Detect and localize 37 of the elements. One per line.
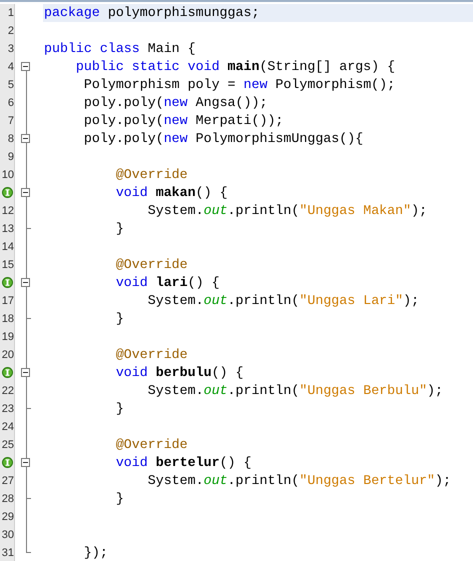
line-number: 28 (2, 492, 14, 507)
line-number: 8 (8, 132, 14, 147)
fold-toggle[interactable] (21, 278, 30, 287)
line-number: 2 (8, 24, 14, 39)
line-number: 22 (2, 384, 14, 399)
fold-toggle[interactable] (21, 62, 30, 71)
line-number: 30 (2, 528, 14, 543)
line-number: 7 (8, 114, 14, 129)
line-number: 27 (2, 474, 14, 489)
implements-icon[interactable] (2, 187, 13, 198)
line-number: 9 (8, 150, 14, 165)
implements-icon[interactable] (2, 277, 13, 288)
line-number: 31 (2, 546, 14, 561)
implements-icon[interactable] (2, 367, 13, 378)
line-number: 4 (8, 60, 14, 75)
line-number: 5 (8, 78, 14, 93)
line-number: 14 (2, 240, 14, 255)
line-number: 19 (2, 330, 14, 345)
line-number: 24 (2, 420, 14, 435)
line-number: 15 (2, 258, 14, 273)
fold-toggle[interactable] (21, 188, 30, 197)
line-number: 29 (2, 510, 14, 525)
line-number: 13 (2, 222, 14, 237)
implements-icon[interactable] (2, 457, 13, 468)
line-number: 12 (2, 204, 14, 219)
line-number: 18 (2, 312, 14, 327)
line-number: 1 (8, 6, 14, 21)
line-number: 23 (2, 402, 14, 417)
line-number: 20 (2, 348, 14, 363)
line-number: 10 (2, 168, 14, 183)
fold-toggle[interactable] (21, 458, 30, 467)
line-number: 3 (8, 42, 14, 57)
fold-toggle[interactable] (21, 134, 30, 143)
line-number: 6 (8, 96, 14, 111)
line-number: 25 (2, 438, 14, 453)
fold-toggle[interactable] (21, 368, 30, 377)
line-number: 17 (2, 294, 14, 309)
